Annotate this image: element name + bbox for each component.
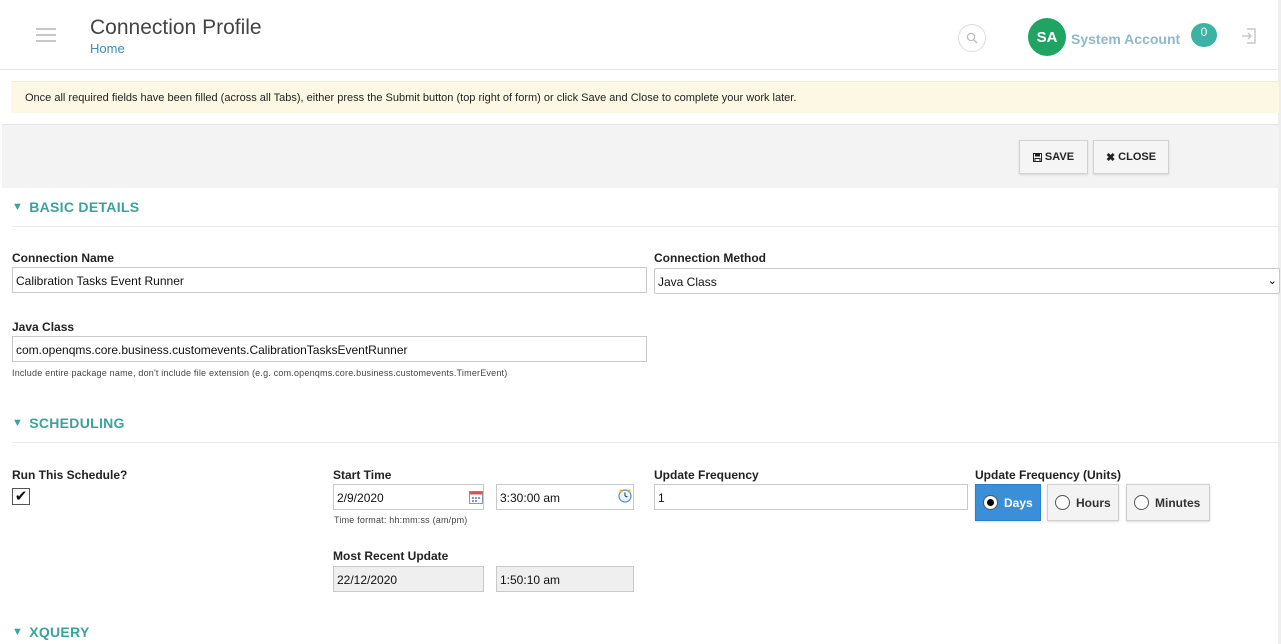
start-date-value: 2/9/2020	[337, 491, 384, 505]
collapse-triangle-icon: ▼	[12, 626, 24, 638]
save-label: SAVE	[1044, 151, 1075, 163]
most-recent-time: 1:50:10 am	[496, 566, 634, 592]
time-format-hint: Time format: hh:mm:ss (am/pm)	[334, 515, 468, 525]
update-frequency-label: Update Frequency	[654, 468, 759, 482]
chevron-down-icon: ⌄	[1267, 275, 1277, 287]
page-title: Connection Profile	[90, 16, 262, 39]
logout-icon[interactable]	[1240, 27, 1258, 45]
save-button[interactable]: SAVE	[1019, 140, 1088, 174]
section-xquery[interactable]: ▼ XQUERY	[12, 624, 90, 640]
section-scheduling[interactable]: ▼ SCHEDULING	[12, 415, 125, 431]
search-icon	[966, 32, 978, 44]
unit-label: Minutes	[1155, 495, 1201, 510]
checkmark-icon: ✔	[14, 488, 28, 505]
save-icon	[1032, 152, 1042, 162]
start-time-value: 3:30:00 am	[500, 491, 561, 505]
run-schedule-label: Run This Schedule?	[12, 468, 128, 482]
update-frequency-input[interactable]: 1	[654, 484, 968, 510]
account-name[interactable]: System Account	[1071, 31, 1180, 47]
section-heading: SCHEDULING	[29, 415, 125, 431]
start-time-label: Start Time	[333, 468, 392, 482]
radio-icon	[983, 495, 998, 510]
connection-name-label: Connection Name	[12, 251, 115, 265]
breadcrumb-home[interactable]: Home	[90, 41, 125, 56]
most-recent-update-label: Most Recent Update	[333, 549, 449, 563]
java-class-input[interactable]: com.openqms.core.business.customevents.C…	[12, 336, 647, 362]
unit-label: Hours	[1076, 495, 1111, 510]
radio-icon	[1055, 495, 1070, 510]
section-basic-details[interactable]: ▼ BASIC DETAILS	[12, 199, 139, 215]
collapse-triangle-icon: ▼	[12, 201, 24, 213]
search-button[interactable]	[958, 24, 986, 52]
unit-option-minutes[interactable]: Minutes	[1126, 484, 1210, 521]
info-banner: Once all required fields have been fille…	[11, 81, 1279, 113]
calendar-icon[interactable]	[469, 490, 483, 504]
connection-name-input[interactable]: Calibration Tasks Event Runner	[12, 267, 647, 293]
unit-option-days[interactable]: Days	[975, 484, 1041, 521]
section-heading: BASIC DETAILS	[29, 199, 140, 215]
section-divider	[12, 442, 1280, 443]
unit-label: Days	[1004, 495, 1033, 510]
avatar[interactable]: SA	[1028, 18, 1066, 56]
collapse-triangle-icon: ▼	[12, 417, 24, 429]
close-label: CLOSE	[1118, 151, 1157, 163]
java-class-hint: Include entire package name, don't inclu…	[12, 368, 508, 378]
radio-icon	[1134, 495, 1149, 510]
connection-method-value: Java Class	[658, 275, 717, 289]
close-icon: ✖	[1105, 151, 1116, 164]
java-class-label: Java Class	[12, 320, 75, 334]
top-header: Connection Profile Home SA System Accoun…	[0, 0, 1281, 70]
connection-method-select[interactable]: Java Class ⌄	[654, 268, 1280, 294]
notification-badge[interactable]: 0	[1191, 23, 1217, 47]
section-heading: XQUERY	[29, 624, 90, 640]
clock-icon[interactable]	[618, 489, 632, 503]
most-recent-date: 22/12/2020	[333, 566, 484, 592]
section-divider	[12, 226, 1280, 227]
close-button[interactable]: ✖ CLOSE	[1093, 140, 1169, 174]
form-toolbar: SAVE ✖ CLOSE	[2, 124, 1279, 188]
start-date-input[interactable]: 2/9/2020	[333, 484, 484, 510]
start-time-input[interactable]: 3:30:00 am	[496, 484, 634, 510]
unit-option-hours[interactable]: Hours	[1047, 484, 1119, 521]
menu-icon[interactable]	[36, 28, 56, 42]
connection-method-label: Connection Method	[654, 251, 766, 265]
run-schedule-checkbox[interactable]: ✔	[12, 488, 30, 505]
update-units-label: Update Frequency (Units)	[975, 468, 1122, 482]
